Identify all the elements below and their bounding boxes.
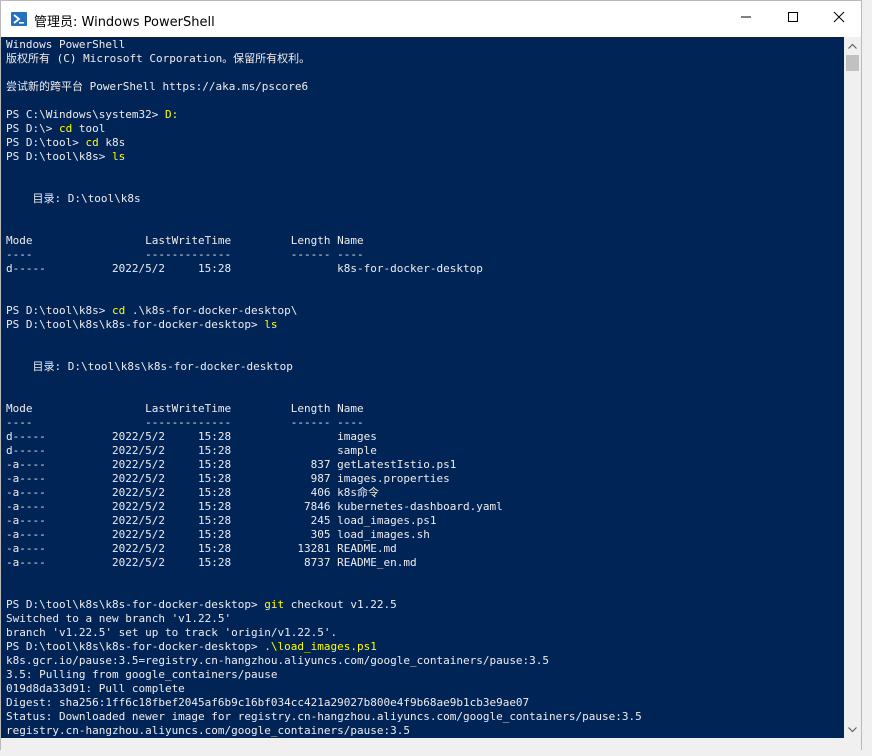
command-text: D: <box>164 108 179 121</box>
scrollbar-thumb[interactable] <box>846 55 859 71</box>
command-args: k8s <box>98 136 126 149</box>
console-line: registry.cn-hangzhou.aliyuncs.com/google… <box>6 724 410 737</box>
prompt-text: PS D:\tool> <box>6 136 86 149</box>
scroll-down-arrow-icon[interactable] <box>844 721 861 738</box>
console-line: PS D:\> cd tool <box>6 122 105 136</box>
console-line: Status: Downloaded newer image for regis… <box>6 710 642 723</box>
command-text: cd <box>111 304 126 317</box>
scroll-up-arrow-icon[interactable] <box>844 37 861 54</box>
console-line: -a---- 2022/5/2 15:28 987 images.propert… <box>6 472 450 485</box>
prompt-text: PS D:\tool\k8s> <box>6 150 112 163</box>
console-line: 尝试新的跨平台 PowerShell https://aka.ms/pscore… <box>6 80 309 93</box>
close-icon <box>833 10 845 28</box>
console-line: 目录: D:\tool\k8s\k8s-for-docker-desktop <box>6 360 293 373</box>
console-line: -a---- 2022/5/2 15:28 13281 README.md <box>6 542 397 555</box>
console-line: -a---- 2022/5/2 15:28 837 getLatestIstio… <box>6 458 457 471</box>
console-line: ---- ------------- ------ ---- <box>6 416 364 429</box>
console-line: k8s.gcr.io/pause:3.5=registry.cn-hangzho… <box>6 654 550 667</box>
vertical-scrollbar[interactable] <box>844 37 861 738</box>
command-text: .\load_images.ps1 <box>264 640 377 653</box>
command-text: git <box>264 598 285 611</box>
console-output[interactable]: Windows PowerShell 版权所有 (C) Microsoft Cor… <box>1 37 844 738</box>
title-bar[interactable]: 管理员: Windows PowerShell <box>1 1 861 37</box>
maximize-button[interactable] <box>770 1 816 37</box>
console-line: d----- 2022/5/2 15:28 images <box>6 430 377 443</box>
prompt-text: PS D:\tool\k8s\k8s-for-docker-desktop> <box>6 598 265 611</box>
console-line: Mode LastWriteTime Length Name <box>6 402 364 415</box>
console-line: -a---- 2022/5/2 15:28 8737 README_en.md <box>6 556 417 569</box>
console-line: branch 'v1.22.5' set up to track 'origin… <box>6 626 338 639</box>
console-line: PS D:\tool\k8s> ls <box>6 150 125 164</box>
command-args: tool <box>72 122 106 135</box>
prompt-text: PS D:\tool\k8s\k8s-for-docker-desktop> <box>6 318 265 331</box>
command-args: checkout v1.22.5 <box>284 598 397 611</box>
command-args: .\k8s-for-docker-desktop\ <box>125 304 298 317</box>
prompt-text: PS D:\> <box>6 122 59 135</box>
console-line: d----- 2022/5/2 15:28 k8s-for-docker-des… <box>6 262 483 275</box>
console-line: Digest: sha256:1ff6c18fbef2045af6b9c16bf… <box>6 696 530 709</box>
window-title: 管理员: Windows PowerShell <box>34 15 215 30</box>
prompt-text: PS D:\tool\k8s> <box>6 304 112 317</box>
console-line: 019d8da33d91: Pull complete <box>6 682 185 695</box>
console-line: PS D:\tool\k8s\k8s-for-docker-desktop> g… <box>6 598 397 612</box>
maximize-icon <box>787 10 799 28</box>
minimize-icon <box>740 10 752 28</box>
console-line: 目录: D:\tool\k8s <box>6 192 141 205</box>
console-line: PS D:\tool\k8s\k8s-for-docker-desktop> .… <box>6 640 377 654</box>
console-line: PS D:\tool> cd k8s <box>6 136 125 150</box>
console-line: PS C:\Windows\system32> D: <box>6 108 178 122</box>
command-text: ls <box>111 150 126 163</box>
console-line: PS D:\tool\k8s> cd .\k8s-for-docker-desk… <box>6 304 297 318</box>
command-text: cd <box>58 122 73 135</box>
powershell-window: 管理员: Windows PowerShell Windows PowerShe… <box>0 0 862 750</box>
bottom-border <box>1 738 861 750</box>
minimize-button[interactable] <box>723 1 769 37</box>
powershell-icon <box>11 11 27 27</box>
console-line: Switched to a new branch 'v1.22.5' <box>6 612 232 625</box>
prompt-text: PS C:\Windows\system32> <box>6 108 165 121</box>
console-line: d----- 2022/5/2 15:28 sample <box>6 444 377 457</box>
console-line: -a---- 2022/5/2 15:28 7846 kubernetes-da… <box>6 500 503 513</box>
console-line: Mode LastWriteTime Length Name <box>6 234 364 247</box>
console-line: ---- ------------- ------ ---- <box>6 248 364 261</box>
command-text: cd <box>85 136 99 149</box>
console-line: -a---- 2022/5/2 15:28 305 load_images.sh <box>6 528 430 541</box>
console-line: PS D:\tool\k8s\k8s-for-docker-desktop> l… <box>6 318 278 332</box>
close-button[interactable] <box>816 1 862 37</box>
console-line: Windows PowerShell <box>6 38 126 51</box>
console-line: 版权所有 (C) Microsoft Corporation。保留所有权利。 <box>6 52 311 65</box>
prompt-text: PS D:\tool\k8s\k8s-for-docker-desktop> <box>6 640 265 653</box>
command-text: ls <box>264 318 278 331</box>
console-line: -a---- 2022/5/2 15:28 245 load_images.ps… <box>6 514 437 527</box>
console-line: -a---- 2022/5/2 15:28 406 k8s命令 <box>6 486 379 499</box>
console-line: 3.5: Pulling from google_containers/paus… <box>6 668 278 681</box>
